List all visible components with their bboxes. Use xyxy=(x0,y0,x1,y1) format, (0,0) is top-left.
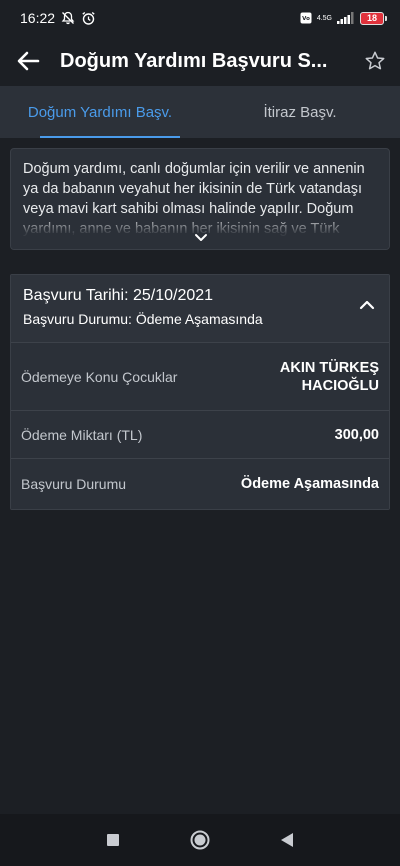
detail-label-payment-amount: Ödeme Miktarı (TL) xyxy=(21,426,143,443)
back-nav-button[interactable] xyxy=(267,820,307,860)
application-card-header[interactable]: Başvuru Tarihi: 25/10/2021 Başvuru Durum… xyxy=(11,275,389,343)
application-card: Başvuru Tarihi: 25/10/2021 Başvuru Durum… xyxy=(10,274,390,510)
detail-row-children: Ödemeye Konu Çocuklar AKIN TÜRKEŞ HACIOĞ… xyxy=(11,343,389,411)
recents-button[interactable] xyxy=(93,820,133,860)
triangle-back-icon xyxy=(280,833,293,847)
detail-row-payment-amount: Ödeme Miktarı (TL) 300,00 xyxy=(11,411,389,459)
tab-dogum-yardimi-basvuru[interactable]: Doğum Yardımı Başv. xyxy=(0,86,200,138)
clock-time: 16:22 xyxy=(20,10,56,26)
circle-home-icon xyxy=(190,830,210,850)
info-card[interactable]: Doğum yardımı, canlı doğumlar için veril… xyxy=(10,148,390,250)
detail-value-children: AKIN TÜRKEŞ HACIOĞLU xyxy=(280,359,379,395)
page-title: Doğum Yardımı Başvuru S... xyxy=(60,49,328,72)
detail-value-payment-amount: 300,00 xyxy=(334,426,379,443)
notifications-off-icon xyxy=(61,11,75,25)
detail-value-application-status: Ödeme Aşamasında xyxy=(240,476,379,492)
back-button[interactable] xyxy=(0,36,56,86)
system-navigation-bar xyxy=(0,814,400,866)
status-bar: 16:22 Vo 4.5G 18 xyxy=(0,0,400,36)
star-outline-icon xyxy=(365,51,385,70)
detail-label-children: Ödemeye Konu Çocuklar xyxy=(21,368,178,385)
info-fade-overlay xyxy=(11,215,389,249)
chevron-up-icon[interactable] xyxy=(359,299,375,311)
chevron-down-icon[interactable] xyxy=(194,233,208,243)
status-right: Vo 4.5G 18 xyxy=(300,11,387,25)
child-name-line-2: HACIOĞLU xyxy=(301,377,379,394)
signal-strength-icon xyxy=(337,12,355,24)
tab-itiraz-basvuru[interactable]: İtiraz Başv. xyxy=(200,86,400,138)
detail-row-application-status: Başvuru Durumu Ödeme Aşamasında xyxy=(11,459,389,509)
svg-text:Vo: Vo xyxy=(302,16,310,22)
detail-label-application-status: Başvuru Durumu xyxy=(21,476,127,492)
application-status-summary: Başvuru Durumu: Ödeme Aşamasında xyxy=(23,311,263,327)
tab-bar: Doğum Yardımı Başv. İtiraz Başv. xyxy=(0,86,400,138)
alarm-clock-icon xyxy=(81,11,96,26)
battery-icon: 18 xyxy=(360,11,387,25)
application-date: Başvuru Tarihi: 25/10/2021 xyxy=(23,287,214,304)
arrow-left-icon xyxy=(17,51,40,71)
child-name-line-1: AKIN TÜRKEŞ xyxy=(279,359,379,376)
network-type-label: 4.5G xyxy=(316,14,332,22)
favorite-button[interactable] xyxy=(350,36,400,86)
home-button[interactable] xyxy=(180,820,220,860)
status-left: 16:22 xyxy=(20,10,96,26)
volte-icon: Vo xyxy=(300,12,312,24)
app-header: Doğum Yardımı Başvuru S... xyxy=(0,36,400,86)
square-icon xyxy=(107,834,120,846)
